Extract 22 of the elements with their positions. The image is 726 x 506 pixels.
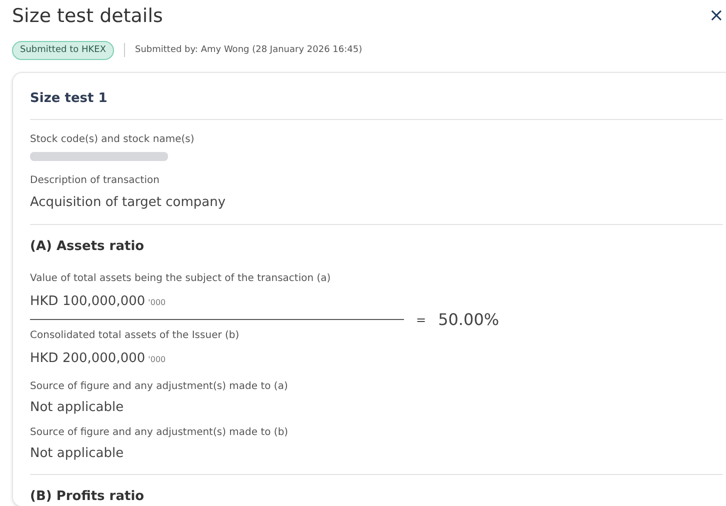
field-label: Stock code(s) and stock name(s) (30, 132, 196, 146)
field-label: Source of figure and any adjustment(s) made to (b) (30, 426, 290, 440)
card-title: Size test 1 (30, 89, 723, 120)
field-label: Consolidated total assets of the Issuer (b) (30, 329, 240, 343)
equals-sign: = (416, 312, 426, 328)
field-value: Acquisition of target company (30, 194, 227, 212)
unit-label: '000 (148, 354, 166, 366)
field-label: Source of figure and any adjustment(s) made to (a) (30, 380, 289, 394)
field-value: HKD 200,000,000 (30, 350, 146, 368)
ratio-result: 50.00% (438, 308, 500, 330)
field-label: Value of total assets being the subject of the transaction (a) (30, 272, 332, 286)
field-value: Not applicable (30, 398, 125, 416)
submission-info: Submitted by: Amy Wong (28 January 2026 16:45) (134, 44, 362, 56)
section-heading: (A) Assets ratio (30, 238, 146, 256)
close-button[interactable]: × (708, 7, 724, 26)
field-label: Description of transaction (30, 174, 160, 188)
page-title: Size test details (12, 4, 163, 29)
status-badge: Submitted to HKEX (12, 40, 114, 60)
section-heading: (B) Profits ratio (30, 488, 146, 506)
field-value: Not applicable (30, 445, 125, 463)
field-value: HKD 100,000,000 (30, 292, 146, 310)
unit-label: '000 (148, 296, 166, 308)
